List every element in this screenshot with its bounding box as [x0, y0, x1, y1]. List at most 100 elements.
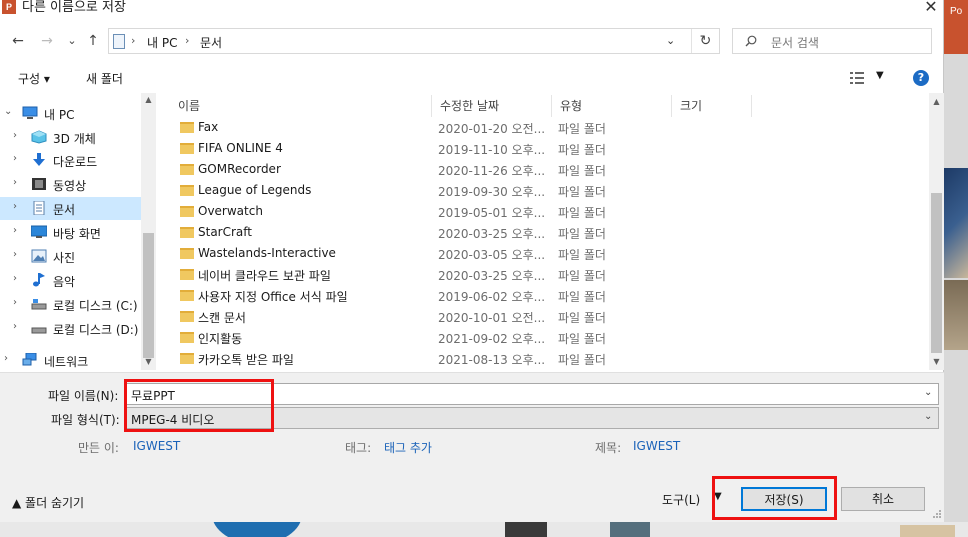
file-row[interactable]: Wastelands-Interactive 2020-03-05 오후... …: [170, 243, 750, 264]
file-type: 파일 폴더: [558, 227, 606, 241]
computer-icon: [22, 106, 38, 119]
background-image: [610, 522, 650, 537]
navigation-pane-scrollbar[interactable]: ▲ ▼: [141, 93, 156, 370]
file-date: 2020-11-26 오후...: [438, 164, 546, 178]
chevron-right-icon[interactable]: ›: [13, 153, 17, 164]
picture-icon: [31, 249, 47, 263]
tree-item-downloads[interactable]: › 다운로드: [0, 149, 141, 172]
breadcrumb-separator: ›: [185, 34, 190, 47]
file-row[interactable]: StarCraft 2020-03-25 오후... 파일 폴더: [170, 222, 750, 243]
file-name: StarCraft: [198, 225, 252, 239]
chevron-right-icon[interactable]: ›: [13, 130, 17, 141]
chevron-down-icon[interactable]: ⌄: [924, 411, 932, 422]
up-button[interactable]: ↑: [83, 30, 103, 52]
breadcrumb-documents[interactable]: 문서: [200, 34, 222, 51]
tools-button[interactable]: 도구(L): [662, 491, 700, 508]
cancel-button[interactable]: 취소: [841, 487, 925, 511]
file-name: 스캔 문서: [198, 311, 246, 325]
file-row[interactable]: League of Legends 2019-09-30 오후... 파일 폴더: [170, 180, 750, 201]
navigation-bar: ← → ⌄ ↑ › 내 PC › 문서 ⌄ ↻ 문서 검색: [0, 26, 944, 58]
file-row[interactable]: Fax 2020-01-20 오전... 파일 폴더: [170, 117, 750, 138]
chevron-right-icon[interactable]: ›: [13, 201, 17, 212]
file-row[interactable]: GOMRecorder 2020-11-26 오후... 파일 폴더: [170, 159, 750, 180]
folder-icon: [180, 248, 194, 259]
column-header-name[interactable]: 이름: [170, 95, 432, 117]
chevron-down-icon[interactable]: ⌄: [666, 34, 675, 47]
scroll-up-icon[interactable]: ▲: [141, 93, 156, 107]
tree-item-label: 바탕 화면: [53, 227, 101, 241]
title-value[interactable]: IGWEST: [633, 439, 680, 453]
help-icon[interactable]: ?: [913, 70, 929, 86]
tree-item-desktop[interactable]: › 바탕 화면: [0, 221, 141, 244]
file-name: 사용자 지정 Office 서식 파일: [198, 290, 348, 304]
tree-item-drive-d[interactable]: › 로컬 디스크 (D:): [0, 317, 141, 340]
tree-item-my-pc[interactable]: ⌄ 내 PC: [0, 102, 141, 125]
back-button[interactable]: ←: [8, 30, 28, 52]
organize-button[interactable]: 구성 ▾: [18, 70, 50, 87]
tags-input[interactable]: 태그 추가: [384, 439, 432, 456]
scrollbar-thumb[interactable]: [931, 193, 942, 353]
tree-item-videos[interactable]: › 동영상: [0, 173, 141, 196]
file-type: 파일 폴더: [558, 269, 606, 283]
background-app-text: Po: [950, 6, 963, 17]
file-name: 카카오톡 받은 파일: [198, 353, 294, 367]
tree-item-network[interactable]: › 네트워크: [0, 349, 141, 370]
scroll-down-icon[interactable]: ▼: [929, 355, 944, 369]
file-row[interactable]: 카카오톡 받은 파일 2021-08-13 오후... 파일 폴더: [170, 348, 750, 369]
new-folder-button[interactable]: 새 폴더: [86, 70, 123, 87]
tree-item-music[interactable]: › 음악: [0, 269, 141, 292]
chevron-right-icon[interactable]: ›: [13, 177, 17, 188]
tree-item-3d-objects[interactable]: › 3D 개체: [0, 126, 141, 149]
tree-item-documents[interactable]: › 문서: [0, 197, 141, 220]
file-type: 파일 폴더: [558, 290, 606, 304]
file-row[interactable]: Overwatch 2019-05-01 오후... 파일 폴더: [170, 201, 750, 222]
chevron-down-icon[interactable]: ⌄: [4, 106, 12, 117]
chevron-right-icon[interactable]: ›: [13, 297, 17, 308]
column-header-type[interactable]: 유형: [552, 95, 672, 117]
forward-button[interactable]: →: [37, 30, 57, 52]
file-row[interactable]: FIFA ONLINE 4 2019-11-10 오후... 파일 폴더: [170, 138, 750, 159]
scrollbar-thumb[interactable]: [143, 233, 154, 358]
file-row[interactable]: 인지활동 2021-09-02 오후... 파일 폴더: [170, 327, 750, 348]
scroll-down-icon[interactable]: ▼: [141, 355, 156, 369]
file-date: 2020-01-20 오전...: [438, 122, 546, 136]
folder-icon: [180, 227, 194, 238]
column-header-size[interactable]: 크기: [672, 95, 752, 117]
file-list-scrollbar[interactable]: ▲ ▼: [929, 93, 944, 370]
tree-item-label: 3D 개체: [53, 132, 96, 146]
address-bar[interactable]: › 내 PC › 문서 ⌄ ↻: [108, 28, 720, 54]
recent-locations-button[interactable]: ⌄: [62, 30, 82, 52]
author-value[interactable]: IGWEST: [133, 439, 180, 453]
chevron-down-icon[interactable]: ⌄: [924, 387, 932, 398]
chevron-right-icon[interactable]: ›: [13, 249, 17, 260]
file-row[interactable]: 네이버 클라우드 보관 파일 2020-03-25 오후... 파일 폴더: [170, 264, 750, 285]
file-type: 파일 폴더: [558, 248, 606, 262]
search-input[interactable]: 문서 검색: [732, 28, 932, 54]
author-label: 만든 이:: [78, 441, 119, 455]
tree-item-pictures[interactable]: › 사진: [0, 245, 141, 268]
tree-item-drive-c[interactable]: › 로컬 디스크 (C:): [0, 293, 141, 316]
resize-grip-icon[interactable]: [932, 509, 942, 519]
chevron-right-icon[interactable]: ›: [4, 353, 8, 364]
tree-item-label: 로컬 디스크 (D:): [53, 323, 139, 337]
column-header-date[interactable]: 수정한 날짜: [432, 95, 552, 117]
command-toolbar: 구성 ▾ 새 폴더 ▼ ?: [0, 64, 944, 92]
folder-icon: [180, 122, 194, 133]
close-button[interactable]: ✕: [918, 0, 944, 16]
file-name: Fax: [198, 120, 219, 134]
file-date: 2020-03-25 오후...: [438, 269, 546, 283]
hide-folders-button[interactable]: ▲ 폴더 숨기기: [12, 494, 84, 511]
view-options-icon[interactable]: [850, 72, 864, 84]
file-date: 2020-03-25 오후...: [438, 227, 546, 241]
chevron-right-icon[interactable]: ›: [13, 225, 17, 236]
refresh-button[interactable]: ↻: [691, 29, 719, 53]
filename-label: 파일 이름(N):: [48, 389, 119, 403]
view-dropdown-icon[interactable]: ▼: [876, 70, 884, 81]
chevron-right-icon[interactable]: ›: [13, 321, 17, 332]
network-icon: [22, 353, 37, 366]
file-row[interactable]: 스캔 문서 2020-10-01 오전... 파일 폴더: [170, 306, 750, 327]
chevron-right-icon[interactable]: ›: [13, 273, 17, 284]
scroll-up-icon[interactable]: ▲: [929, 95, 944, 109]
file-row[interactable]: 사용자 지정 Office 서식 파일 2019-06-02 오후... 파일 …: [170, 285, 750, 306]
breadcrumb-my-pc[interactable]: 내 PC: [147, 34, 177, 51]
